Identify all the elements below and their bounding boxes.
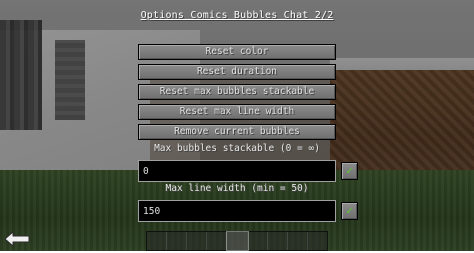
hotbar-slot[interactable] (248, 232, 268, 250)
reset-max-bubbles-button[interactable]: Reset max bubbles stackable (138, 84, 336, 100)
hotbar-slot[interactable] (187, 232, 208, 250)
max-line-width-input[interactable] (138, 200, 336, 222)
reset-duration-button[interactable]: Reset duration (138, 64, 336, 80)
reset-color-button[interactable]: Reset color (138, 44, 336, 60)
max-bubbles-input[interactable] (138, 160, 336, 182)
hotbar-slot[interactable] (308, 232, 327, 250)
hotbar-slot[interactable] (207, 232, 228, 250)
max-line-width-confirm-button[interactable]: ✓ (341, 202, 358, 220)
page-title: Options Comics Bubbles Chat 2/2 (140, 10, 334, 21)
max-line-width-label: Max line width (min = 50) (165, 183, 309, 194)
check-icon: ✓ (346, 204, 353, 217)
hotbar (146, 231, 328, 251)
hotbar-slot[interactable] (167, 232, 188, 250)
max-bubbles-confirm-button[interactable]: ✓ (341, 162, 358, 180)
hotbar-slot[interactable] (288, 232, 308, 250)
remove-bubbles-button[interactable]: Remove current bubbles (138, 124, 336, 140)
hotbar-slot[interactable] (268, 232, 288, 250)
back-arrow-icon (4, 230, 30, 248)
max-bubbles-label: Max bubbles stackable (0 = ∞) (154, 143, 320, 154)
hotbar-slot-selected[interactable] (226, 231, 249, 251)
back-button[interactable] (2, 229, 32, 249)
check-icon: ✓ (346, 164, 353, 177)
reset-max-line-width-button[interactable]: Reset max line width (138, 104, 336, 120)
hotbar-slot[interactable] (147, 232, 168, 250)
